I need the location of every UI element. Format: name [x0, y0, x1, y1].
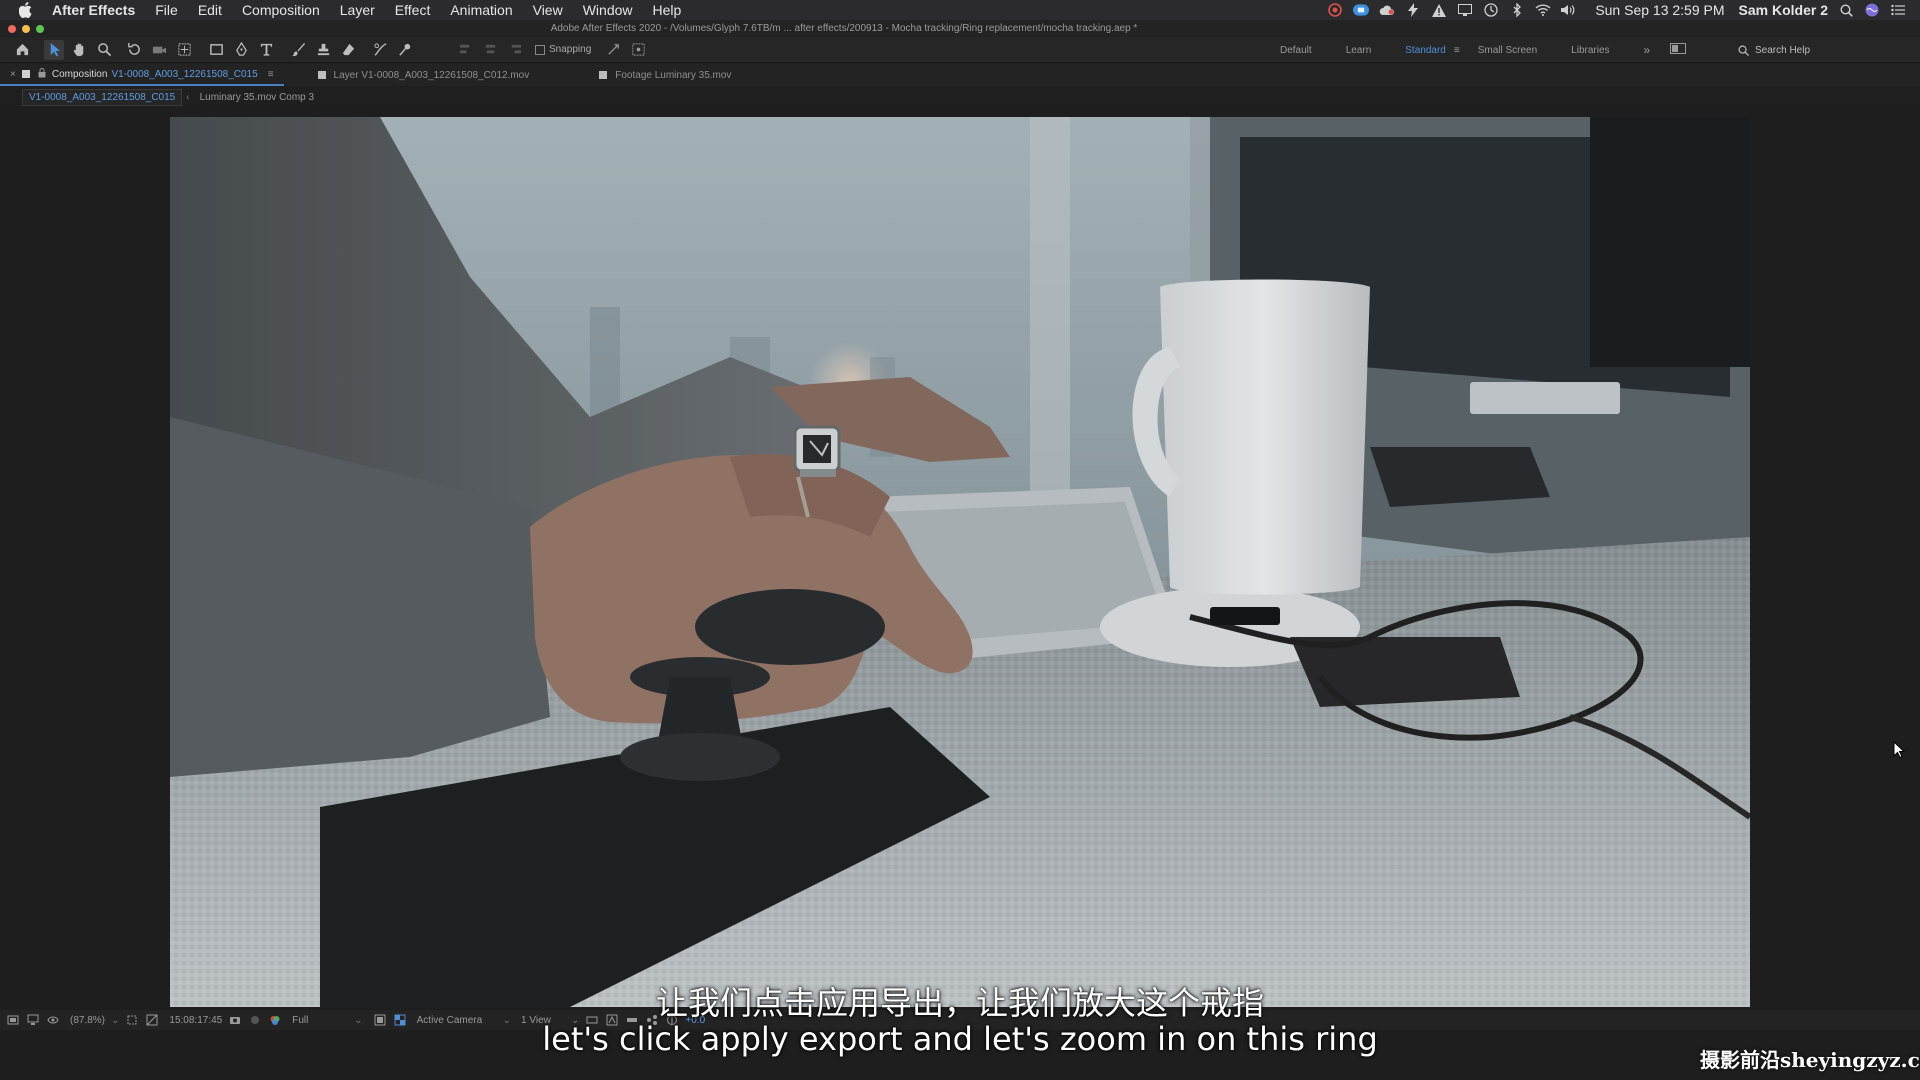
snap-edges-icon[interactable]	[603, 40, 623, 60]
window-titlebar: Adobe After Effects 2020 - /Volumes/Glyp…	[0, 20, 1920, 37]
camera-tool-icon[interactable]	[149, 40, 169, 60]
eraser-tool-icon[interactable]	[338, 40, 358, 60]
clone-stamp-icon[interactable]	[313, 40, 333, 60]
spotlight-search-icon[interactable]	[1838, 3, 1854, 17]
home-icon[interactable]	[12, 40, 32, 60]
menu-user-name[interactable]: Sam Kolder 2	[1739, 2, 1828, 18]
align-center-icon[interactable]	[480, 40, 500, 60]
close-icon[interactable]: ×	[10, 69, 16, 80]
rectangle-tool-icon[interactable]	[206, 40, 226, 60]
snapping-checkbox[interactable]	[535, 44, 545, 55]
tab-layer[interactable]: Layer V1-0008_A003_12261508_C012.mov	[308, 64, 540, 86]
align-left-icon[interactable]	[455, 40, 475, 60]
composition-color-swatch	[21, 70, 30, 78]
composition-viewer[interactable]	[0, 108, 1920, 1010]
subtitle-english: let's click apply export and let's zoom …	[542, 1020, 1378, 1058]
tab-composition-prefix: Composition	[51, 68, 108, 80]
bluetooth-icon[interactable]	[1509, 3, 1525, 17]
menu-app-name[interactable]: After Effects	[52, 2, 135, 18]
selection-tool-icon[interactable]	[44, 39, 64, 60]
volume-icon[interactable]	[1561, 3, 1577, 17]
breadcrumb-current-comp[interactable]: V1-0008_A003_12261508_C015	[22, 88, 183, 106]
workspace-default[interactable]: Default	[1280, 45, 1312, 56]
creative-cloud-icon[interactable]	[1327, 3, 1343, 17]
finder-app-icon[interactable]	[1353, 3, 1370, 17]
cloud-sync-icon[interactable]	[1379, 3, 1395, 17]
workspace-libraries[interactable]: Libraries	[1571, 45, 1609, 56]
window-title: Adobe After Effects 2020 - /Volumes/Glyp…	[550, 23, 1138, 34]
search-help-placeholder: Search Help	[1755, 44, 1811, 56]
more-workspaces-chevron-icon[interactable]: »	[1644, 43, 1651, 57]
panel-menu-icon[interactable]: ≡	[268, 69, 274, 80]
zoom-window-button[interactable]	[36, 24, 44, 33]
type-tool-icon[interactable]	[256, 40, 276, 60]
workspace-menu-icon[interactable]: ≡	[1454, 45, 1460, 56]
brush-tool-icon[interactable]	[288, 40, 308, 60]
footage-image	[170, 117, 1750, 1007]
snap-features-icon[interactable]	[628, 40, 648, 60]
layer-tab-swatch	[317, 71, 326, 79]
tab-layer-label: Layer V1-0008_A003_12261508_C012.mov	[333, 69, 530, 81]
menu-help[interactable]: Help	[653, 2, 682, 18]
siri-icon[interactable]	[1864, 3, 1880, 17]
snapping-label: Snapping	[549, 44, 592, 55]
zoom-tool-icon[interactable]	[94, 40, 114, 60]
tab-footage[interactable]: Footage Luminary 35.mov	[589, 64, 741, 86]
lock-icon[interactable]	[38, 67, 46, 81]
apple-icon[interactable]	[18, 2, 34, 18]
tab-composition[interactable]: × Composition V1-0008_A003_12261508_C015…	[0, 64, 284, 86]
wifi-icon[interactable]	[1535, 3, 1551, 17]
hand-tool-icon[interactable]	[69, 40, 89, 60]
composition-breadcrumb: V1-0008_A003_12261508_C015 ‹ Luminary 35…	[0, 86, 1920, 108]
workspace-small-screen[interactable]: Small Screen	[1478, 45, 1537, 56]
workspace-learn[interactable]: Learn	[1346, 45, 1372, 56]
display-icon[interactable]	[1457, 3, 1473, 17]
notification-center-icon[interactable]	[1890, 3, 1906, 17]
panel-toggle-icon[interactable]	[1670, 43, 1687, 57]
window-controls	[8, 24, 68, 33]
menu-file[interactable]: File	[155, 2, 178, 18]
warning-icon[interactable]	[1431, 3, 1447, 17]
menu-layer[interactable]: Layer	[340, 2, 375, 18]
bolt-icon[interactable]	[1405, 3, 1421, 17]
workspace-switcher: Default Learn Standard ≡ Small Screen Li…	[1280, 37, 1687, 63]
pan-behind-icon[interactable]	[174, 40, 194, 60]
mouse-cursor-icon	[1893, 741, 1905, 758]
menu-window[interactable]: Window	[583, 2, 633, 18]
tools-toolbar: Snapping Default Learn Standard ≡ Small …	[0, 37, 1920, 63]
menu-animation[interactable]: Animation	[450, 2, 512, 18]
align-right-icon[interactable]	[505, 40, 525, 60]
footage-tab-swatch	[599, 71, 608, 79]
minimize-window-button[interactable]	[22, 24, 30, 33]
menu-view[interactable]: View	[533, 2, 563, 18]
viewer-panel-tabs: × Composition V1-0008_A003_12261508_C015…	[0, 64, 1920, 86]
pen-tool-icon[interactable]	[231, 40, 251, 60]
tab-footage-label: Footage Luminary 35.mov	[615, 69, 732, 81]
menu-composition[interactable]: Composition	[242, 2, 320, 18]
search-help-field[interactable]: Search Help	[1738, 41, 1908, 59]
roto-brush-icon[interactable]	[370, 40, 390, 60]
watermark: 摄影前沿sheyingzyz.com	[1700, 1048, 1920, 1072]
search-icon	[1738, 45, 1749, 56]
workspace-standard[interactable]: Standard	[1405, 45, 1446, 56]
macos-menu-bar: After Effects File Edit Composition Laye…	[0, 0, 1920, 20]
snapping-toggle[interactable]: Snapping	[535, 44, 591, 55]
menu-edit[interactable]: Edit	[198, 2, 222, 18]
menu-clock[interactable]: Sun Sep 13 2:59 PM	[1595, 2, 1724, 18]
time-machine-icon[interactable]	[1483, 3, 1499, 17]
puppet-pin-icon[interactable]	[395, 40, 415, 60]
breadcrumb-parent-comp[interactable]: Luminary 35.mov Comp 3	[194, 90, 321, 105]
footage-frame[interactable]	[170, 117, 1750, 1007]
breadcrumb-separator-icon: ‹	[186, 91, 190, 103]
menu-effect[interactable]: Effect	[395, 2, 431, 18]
rotate-tool-icon[interactable]	[124, 40, 144, 60]
tab-composition-name: V1-0008_A003_12261508_C015	[111, 68, 258, 80]
subtitle-chinese: 让我们点击应用导出，让我们放大这个戒指	[655, 984, 1264, 1022]
close-window-button[interactable]	[8, 24, 16, 33]
